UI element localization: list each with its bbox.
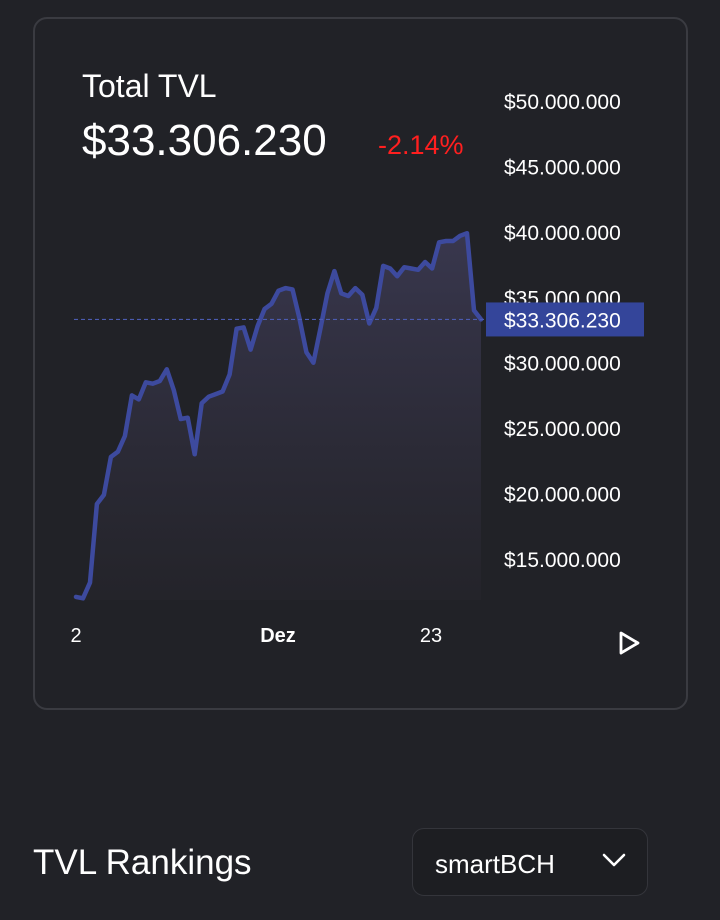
chain-select-value: smartBCH [435, 849, 555, 879]
chain-select[interactable]: smartBCH [412, 828, 648, 896]
x-tick-label: 2 [70, 625, 81, 647]
y-tick-label: $50.000.000 [504, 91, 621, 114]
tvl-chart[interactable]: $50.000.000$45.000.000$40.000.000$35.000… [0, 0, 720, 720]
play-icon[interactable] [615, 628, 643, 658]
tvl-area [76, 233, 481, 600]
y-tick-label: $30.000.000 [504, 353, 621, 376]
y-tick-label: $45.000.000 [504, 156, 621, 179]
x-tick-label: Dez [260, 625, 296, 647]
y-tick-label: $40.000.000 [504, 222, 621, 245]
y-tick-label: $15.000.000 [504, 549, 621, 572]
y-tick-label: $20.000.000 [504, 484, 621, 507]
x-tick-label: 23 [420, 625, 442, 647]
current-value-label: $33.306.230 [504, 309, 621, 332]
y-tick-label: $25.000.000 [504, 418, 621, 441]
chevron-down-icon [602, 853, 626, 867]
tvl-rankings-title: TVL Rankings [33, 843, 252, 882]
